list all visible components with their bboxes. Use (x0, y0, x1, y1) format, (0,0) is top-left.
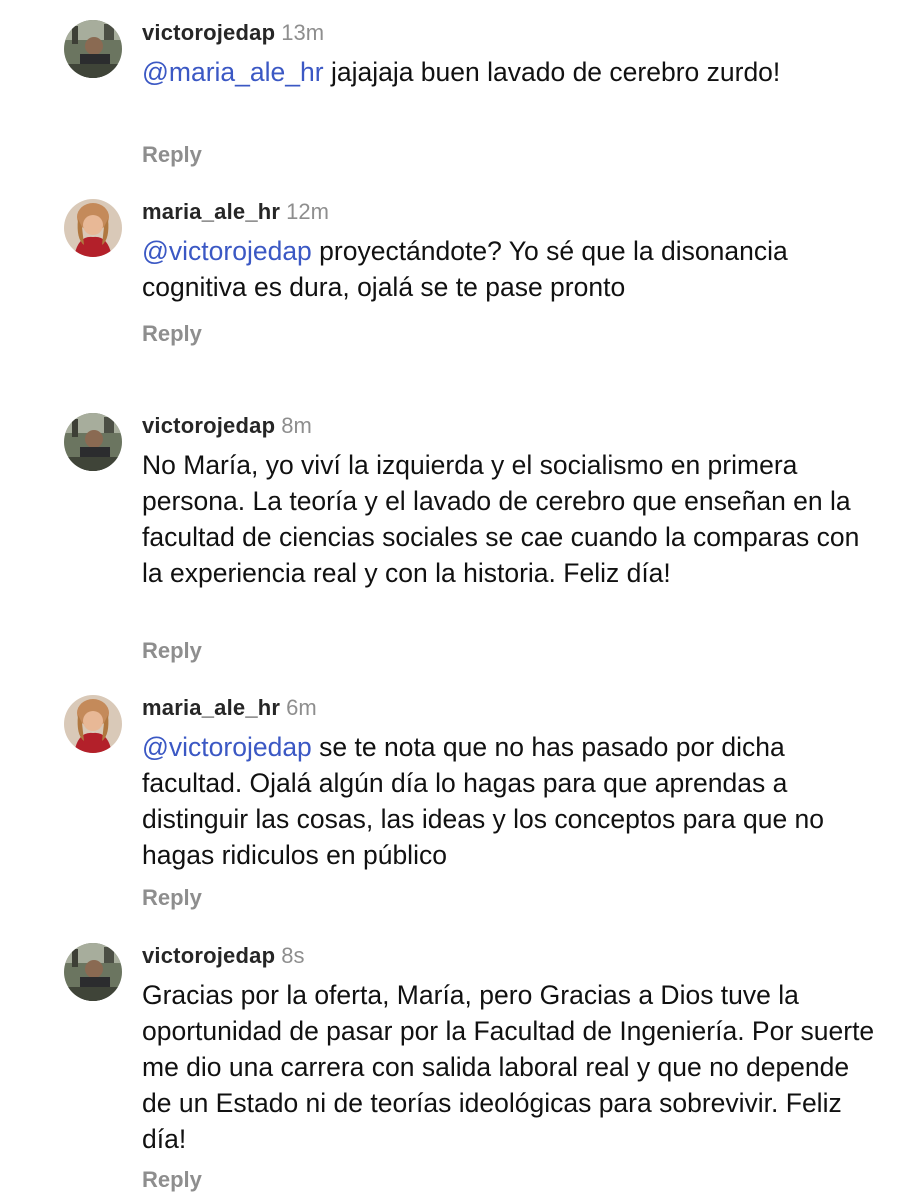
user-avatar[interactable] (64, 943, 122, 1001)
avatar-victorojedap-icon (64, 20, 122, 78)
user-avatar[interactable] (64, 199, 122, 257)
comment-username[interactable]: victorojedap (142, 413, 275, 438)
user-avatar[interactable] (64, 413, 122, 471)
comment-username[interactable]: victorojedap (142, 20, 275, 45)
comment-time: 13m (281, 20, 325, 45)
comment-username[interactable]: maria_ale_hr (142, 199, 280, 224)
comment-header: victorojedap 13m (142, 20, 324, 46)
reply-button[interactable]: Reply (142, 638, 202, 664)
reply-button[interactable]: Reply (142, 321, 202, 347)
comment-body: Gracias por la oferta, María, pero Graci… (142, 980, 875, 1154)
comment-mention[interactable]: @maria_ale_hr (142, 57, 324, 87)
comment-username[interactable]: victorojedap (142, 943, 275, 968)
avatar-maria_ale_hr-icon (64, 695, 122, 753)
user-avatar[interactable] (64, 20, 122, 78)
comment-time: 8m (281, 413, 312, 438)
comment-text: Gracias por la oferta, María, pero Graci… (142, 977, 882, 1157)
comment-header: victorojedap 8m (142, 413, 312, 439)
reply-button[interactable]: Reply (142, 142, 202, 168)
comment-text: @maria_ale_hr jajajaja buen lavado de ce… (142, 54, 882, 90)
comment-body: jajajaja buen lavado de cerebro zurdo! (323, 57, 781, 87)
comment-time: 6m (286, 695, 317, 720)
comment-username[interactable]: maria_ale_hr (142, 695, 280, 720)
comment-header: victorojedap 8s (142, 943, 304, 969)
user-avatar[interactable] (64, 695, 122, 753)
comment-mention[interactable]: @victorojedap (142, 236, 312, 266)
avatar-victorojedap-icon (64, 413, 122, 471)
comment-header: maria_ale_hr 12m (142, 199, 329, 225)
comment-text: @victorojedap proyectándote? Yo sé que l… (142, 233, 882, 305)
reply-button[interactable]: Reply (142, 885, 202, 911)
avatar-maria_ale_hr-icon (64, 199, 122, 257)
comment-body: No María, yo viví la izquierda y el soci… (142, 450, 860, 588)
reply-button[interactable]: Reply (142, 1167, 202, 1193)
avatar-victorojedap-icon (64, 943, 122, 1001)
comment-mention[interactable]: @victorojedap (142, 732, 312, 762)
comment-time: 12m (286, 199, 329, 224)
comment-text: No María, yo viví la izquierda y el soci… (142, 447, 882, 591)
comment-header: maria_ale_hr 6m (142, 695, 317, 721)
comment-time: 8s (281, 943, 305, 968)
comment-text: @victorojedap se te nota que no has pasa… (142, 729, 882, 873)
